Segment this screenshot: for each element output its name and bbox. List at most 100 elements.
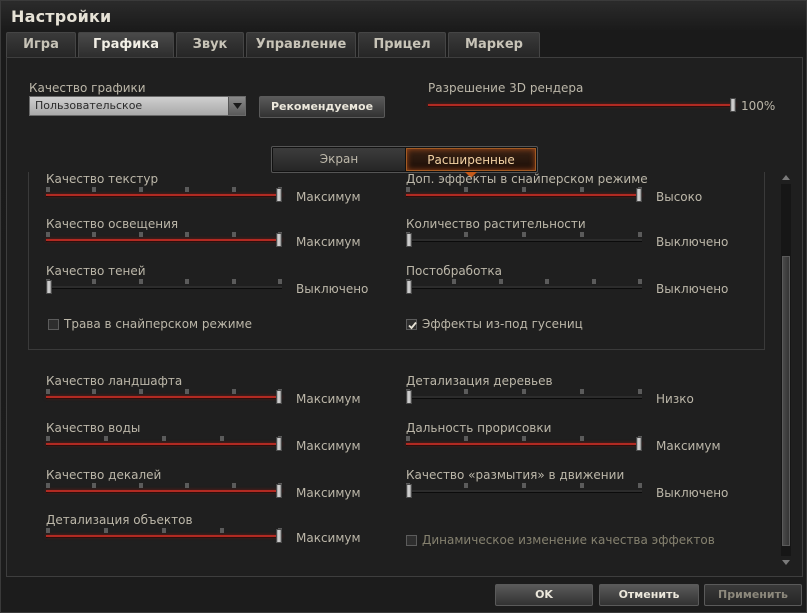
texture-quality-slider[interactable] [46, 187, 282, 202]
slider-thumb[interactable] [276, 484, 282, 498]
draw-distance-label: Дальность прорисовки [406, 421, 552, 435]
dynamic-effects-label: Динамическое изменение качества эффектов [422, 533, 715, 547]
tree-detail-slider[interactable] [406, 389, 642, 404]
vegetation-slider[interactable] [406, 232, 642, 247]
slider-track[interactable] [406, 490, 642, 492]
slider-tick [232, 483, 236, 488]
cancel-button[interactable]: Отменить [599, 584, 699, 606]
slider-thumb[interactable] [276, 390, 282, 404]
track-effects-checkbox[interactable] [406, 319, 417, 330]
texture-quality-value: Максимум [296, 190, 361, 204]
sniper-effects-label: Доп. эффекты в снайперском режиме [406, 172, 648, 186]
slider-tick [638, 389, 642, 394]
texture-quality-label: Качество текстур [46, 172, 159, 186]
scroll-thumb[interactable] [782, 256, 790, 546]
tab-controls[interactable]: Управление [246, 32, 356, 57]
quality-label: Качество графики [29, 81, 146, 95]
slider-thumb[interactable] [276, 437, 282, 451]
slider-fill [46, 535, 282, 537]
slider-tick [92, 232, 96, 237]
slider-tick [104, 528, 108, 533]
slider-track[interactable] [406, 286, 642, 288]
lighting-quality-slider[interactable] [46, 232, 282, 247]
slider-tick [522, 483, 526, 488]
dynamic-effects-checkbox[interactable] [406, 535, 417, 546]
slider-thumb[interactable] [276, 529, 282, 543]
slider-tick [139, 389, 143, 394]
ok-button[interactable]: OK [495, 584, 593, 606]
slider-thumb[interactable] [406, 280, 412, 294]
slider-tick [278, 279, 282, 284]
recommended-button[interactable]: Рекомендуемое [259, 96, 385, 118]
apply-button[interactable]: Применить [704, 584, 802, 606]
slider-tick [220, 528, 224, 533]
slider-thumb[interactable] [276, 188, 282, 202]
chevron-down-icon[interactable] [228, 97, 245, 115]
slider-track[interactable] [46, 286, 282, 288]
scroll-up-icon[interactable] [782, 175, 790, 180]
terrain-quality-value: Максимум [296, 392, 361, 406]
slider-tick [185, 279, 189, 284]
advanced-mode-button[interactable]: Расширенные [406, 148, 536, 171]
render-resolution-slider[interactable] [428, 98, 736, 112]
screen-mode-button[interactable]: Экран [273, 148, 405, 171]
vertical-scrollbar[interactable] [779, 172, 793, 568]
slider-track[interactable] [406, 396, 642, 398]
water-quality-slider[interactable] [46, 436, 282, 451]
scroll-down-icon[interactable] [782, 560, 790, 565]
slider-thumb[interactable] [406, 390, 412, 404]
motion-blur-label: Качество «размытия» в движении [406, 468, 625, 482]
quality-select[interactable]: Пользовательское [29, 96, 246, 116]
slider-thumb[interactable] [406, 233, 412, 247]
vegetation-value: Выключено [656, 235, 729, 249]
draw-distance-value: Максимум [656, 439, 721, 453]
slider-tick [464, 232, 468, 237]
decal-quality-slider[interactable] [46, 483, 282, 498]
postprocessing-slider[interactable] [406, 279, 642, 294]
tab-game[interactable]: Игра [6, 32, 76, 57]
slider-tick [162, 436, 166, 441]
object-detail-slider[interactable] [46, 528, 282, 543]
water-quality-value: Максимум [296, 439, 361, 453]
object-detail-value: Максимум [296, 531, 361, 545]
slider-thumb[interactable] [636, 437, 642, 451]
shadow-quality-label: Качество теней [46, 264, 146, 278]
tab-marker[interactable]: Маркер [448, 32, 540, 57]
slider-tick [592, 279, 596, 284]
tab-sound[interactable]: Звук [176, 32, 244, 57]
slider-tick [638, 232, 642, 237]
water-quality-label: Качество воды [46, 421, 141, 435]
shadow-quality-slider[interactable] [46, 279, 282, 294]
slider-fill [46, 396, 282, 398]
slider-thumb[interactable] [406, 484, 412, 498]
tree-detail-label: Детализация деревьев [406, 374, 553, 388]
slider-tick [220, 436, 224, 441]
slider-tick [104, 436, 108, 441]
slider-track[interactable] [406, 239, 642, 241]
quality-select-value: Пользовательское [35, 99, 143, 112]
slider-thumb[interactable] [730, 98, 736, 112]
slider-tick [185, 187, 189, 192]
sniper-grass-checkbox[interactable] [48, 319, 59, 330]
slider-thumb[interactable] [636, 188, 642, 202]
terrain-quality-slider[interactable] [46, 389, 282, 404]
slider-tick [92, 483, 96, 488]
slider-fill [46, 443, 282, 445]
terrain-quality-label: Качество ландшафта [46, 374, 183, 388]
tab-crosshair[interactable]: Прицел [358, 32, 446, 57]
tab-graphics[interactable]: Графика [78, 32, 174, 58]
motion-blur-slider[interactable] [406, 483, 642, 498]
slider-fill [46, 239, 282, 241]
slider-tick [522, 436, 526, 441]
slider-thumb[interactable] [276, 233, 282, 247]
sniper-grass-label: Трава в снайперском режиме [64, 317, 252, 331]
slider-thumb[interactable] [46, 280, 52, 294]
checkmark-icon [408, 321, 417, 330]
draw-distance-slider[interactable] [406, 436, 642, 451]
tree-detail-value: Низко [656, 392, 694, 406]
sniper-effects-slider[interactable] [406, 187, 642, 202]
slider-tick [522, 389, 526, 394]
slider-tick [46, 389, 50, 394]
slider-tick [139, 187, 143, 192]
slider-tick [464, 389, 468, 394]
